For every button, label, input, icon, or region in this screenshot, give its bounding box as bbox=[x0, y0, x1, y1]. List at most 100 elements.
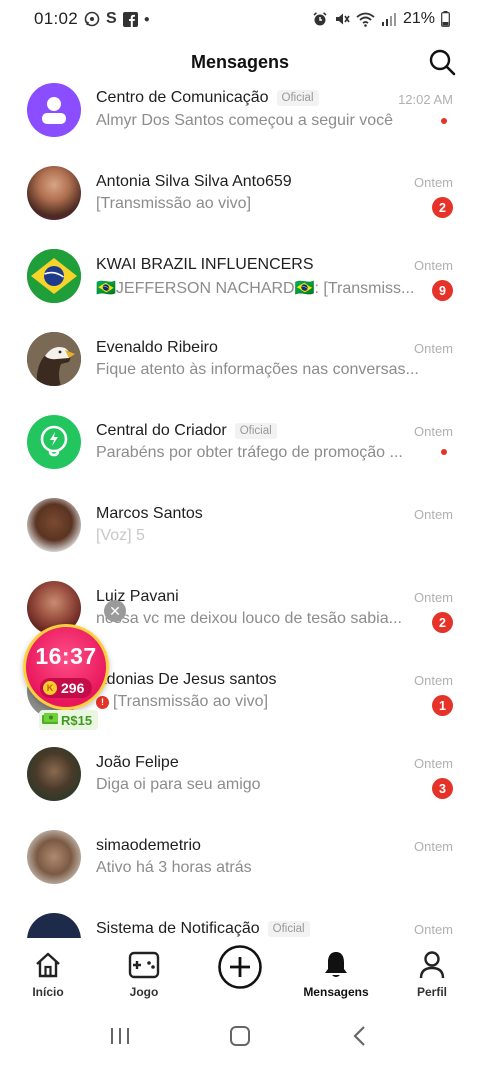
eagle-avatar bbox=[27, 332, 81, 386]
nav-profile[interactable]: Perfil bbox=[384, 938, 480, 1006]
money-icon bbox=[41, 712, 59, 728]
conversation-row[interactable]: Centro de Comunicação Oficial Almyr Dos … bbox=[0, 70, 480, 153]
home-icon bbox=[33, 948, 63, 982]
conversation-preview: Diga oi para seu amigo bbox=[96, 776, 261, 793]
person-icon bbox=[27, 83, 81, 137]
conversation-row[interactable]: João Felipe Diga oi para seu amigo Ontem… bbox=[0, 734, 480, 817]
notification-dot-icon: ● bbox=[143, 13, 150, 25]
conversation-time: Ontem bbox=[413, 175, 453, 190]
conversation-time: Ontem bbox=[413, 424, 453, 439]
timer-text: 16:37 bbox=[35, 643, 97, 669]
status-time: 01:02 bbox=[34, 9, 79, 28]
battery-percent: 21% bbox=[402, 10, 435, 27]
conversation-time: Ontem bbox=[413, 922, 453, 937]
avatar bbox=[27, 830, 81, 884]
bell-icon bbox=[322, 948, 350, 982]
nav-create[interactable] bbox=[192, 938, 288, 1006]
nav-messages[interactable]: Mensagens bbox=[288, 938, 384, 1006]
conversation-name-wrap: Evenaldo Ribeiro bbox=[96, 339, 218, 357]
avatar bbox=[27, 747, 81, 801]
conversation-row[interactable]: simaodemetrio Ativo há 3 horas atrás Ont… bbox=[0, 817, 480, 900]
system-nav-bar bbox=[0, 1006, 480, 1066]
conversation-name-wrap: Sistema de Notificação Oficial bbox=[96, 920, 310, 938]
conversation-name: Central do Criador bbox=[96, 422, 227, 439]
conversation-preview: [Transmissão ao vivo] bbox=[96, 195, 252, 212]
conversation-name-wrap: simaodemetrio bbox=[96, 837, 201, 855]
conversation-name: Adonias De Jesus santos bbox=[96, 671, 277, 688]
alert-icon: ! bbox=[96, 695, 109, 709]
conversation-time: Ontem bbox=[413, 258, 453, 273]
nav-home[interactable]: Início bbox=[0, 938, 96, 1006]
battery-icon bbox=[441, 11, 450, 27]
conversation-preview: nossa vc me deixou louco de tesão sabia.… bbox=[96, 610, 402, 627]
conversation-preview-wrap: ! [Transmissão ao vivo] bbox=[96, 693, 426, 711]
conversation-name-wrap: KWAI BRAZIL INFLUENCERS bbox=[96, 256, 314, 274]
conversation-time: Ontem bbox=[413, 590, 453, 605]
home-button-icon[interactable] bbox=[220, 1016, 260, 1056]
conversation-preview: Ativo há 3 horas atrás bbox=[96, 859, 252, 876]
conversation-name-wrap: Marcos Santos bbox=[96, 505, 203, 523]
brazil-flag-icon bbox=[27, 249, 81, 303]
recent-apps-icon[interactable] bbox=[100, 1016, 140, 1056]
avatar bbox=[27, 166, 81, 220]
unread-count-badge: 9 bbox=[432, 280, 453, 301]
conversation-preview: [Transmissão ao vivo] bbox=[113, 693, 269, 710]
conversation-preview: Parabéns por obter tráfego de promoção .… bbox=[96, 444, 403, 461]
conversation-row[interactable]: Antonia Silva Silva Anto659 [Transmissão… bbox=[0, 153, 480, 236]
signal-icon bbox=[381, 12, 397, 26]
conversation-time: Ontem bbox=[413, 341, 453, 356]
plus-circle-icon bbox=[217, 944, 263, 990]
coin-icon: K bbox=[43, 681, 57, 695]
coin-count: 296 bbox=[61, 680, 85, 696]
conversation-name: Sistema de Notificação bbox=[96, 920, 260, 937]
conversation-name: KWAI BRAZIL INFLUENCERS bbox=[96, 256, 314, 273]
nav-label: Início bbox=[32, 985, 64, 999]
s-app-icon: S bbox=[106, 10, 117, 27]
conversation-name: João Felipe bbox=[96, 754, 179, 771]
nav-game[interactable]: Jogo bbox=[96, 938, 192, 1006]
conversation-time: Ontem bbox=[413, 756, 453, 771]
unread-dot bbox=[441, 449, 447, 455]
profile-icon bbox=[418, 948, 446, 982]
conversation-name: Marcos Santos bbox=[96, 505, 203, 522]
conversation-row[interactable]: KWAI BRAZIL INFLUENCERS 🇧🇷JEFFERSON NACH… bbox=[0, 236, 480, 319]
gamepad-icon bbox=[127, 948, 161, 982]
conversation-name: Centro de Comunicação bbox=[96, 89, 269, 106]
conversation-time: 12:02 AM bbox=[398, 92, 453, 107]
reward-badge: R$15 bbox=[39, 710, 99, 730]
unread-count-badge: 2 bbox=[432, 612, 453, 633]
conversation-preview: 🇧🇷JEFFERSON NACHARD🇧🇷: [Transmiss... bbox=[96, 280, 415, 297]
unread-count-badge: 3 bbox=[432, 778, 453, 799]
lightbulb-icon bbox=[27, 415, 81, 469]
conversation-name: Antonia Silva Silva Anto659 bbox=[96, 173, 292, 190]
conversation-row[interactable]: Central do Criador Oficial Parabéns por … bbox=[0, 402, 480, 485]
conversation-list[interactable]: Centro de Comunicação Oficial Almyr Dos … bbox=[0, 70, 480, 938]
bottom-nav: Início Jogo Mensagens Perfil bbox=[0, 938, 480, 1006]
unread-count-badge: 1 bbox=[432, 695, 453, 716]
official-badge: Oficial bbox=[267, 921, 310, 937]
conversation-name-wrap: João Felipe bbox=[96, 754, 179, 772]
whatsapp-icon bbox=[84, 11, 100, 27]
reward-amount: R$15 bbox=[61, 712, 93, 728]
nav-label: Perfil bbox=[416, 985, 447, 999]
conversation-name-wrap: Centro de Comunicação Oficial bbox=[96, 89, 319, 107]
floating-timer-widget[interactable]: 16:37 K 296 bbox=[23, 624, 109, 710]
conversation-name-wrap: Adonias De Jesus santos bbox=[96, 671, 277, 689]
nav-label: Mensagens bbox=[303, 985, 369, 999]
conversation-time: Ontem bbox=[413, 673, 453, 688]
nav-label: Jogo bbox=[129, 985, 159, 999]
conversation-time: Ontem bbox=[413, 507, 453, 522]
wifi-icon bbox=[356, 11, 375, 27]
conversation-row[interactable]: Sistema de Notificação Oficial Ontem bbox=[0, 900, 480, 938]
conversation-name-wrap: Antonia Silva Silva Anto659 bbox=[96, 173, 292, 191]
mute-icon bbox=[334, 11, 350, 27]
conversation-row[interactable]: Evenaldo Ribeiro Fique atento às informa… bbox=[0, 319, 480, 402]
conversation-row[interactable]: Marcos Santos [Voz] 5 Ontem bbox=[0, 485, 480, 568]
avatar bbox=[27, 498, 81, 552]
unread-dot bbox=[441, 118, 447, 124]
conversation-name-wrap: Central do Criador Oficial bbox=[96, 422, 277, 440]
alarm-icon bbox=[312, 11, 328, 27]
conversation-preview: Almyr Dos Santos começou a seguir você bbox=[96, 112, 394, 129]
close-icon[interactable]: ✕ bbox=[104, 600, 126, 622]
back-icon[interactable] bbox=[340, 1016, 380, 1056]
